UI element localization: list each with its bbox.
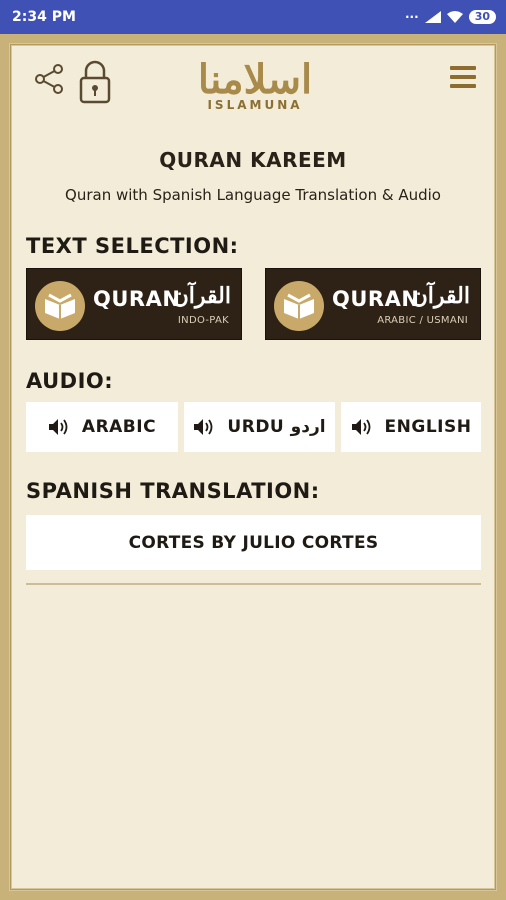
audio-heading: AUDIO:: [26, 369, 114, 393]
audio-urdu-label: URDU اردو: [227, 417, 326, 437]
audio-english-button[interactable]: ENGLISH: [341, 402, 481, 452]
signal-icon: [424, 11, 441, 23]
quran-usmani-button[interactable]: QURAN القرآن ARABIC / USMANI: [265, 268, 481, 340]
speaker-icon: [194, 419, 213, 435]
quran-label: QURAN: [93, 287, 181, 311]
text-selection-heading: TEXT SELECTION:: [26, 234, 239, 258]
share-icon[interactable]: [34, 64, 64, 94]
quran-indo-pak-button[interactable]: QURAN القرآن INDO-PAK: [26, 268, 242, 340]
wifi-icon: [446, 11, 463, 23]
page-subtitle: Quran with Spanish Language Translation …: [65, 186, 441, 204]
battery-icon: 30: [468, 10, 496, 24]
quran-book-icon: [35, 281, 85, 331]
speaker-icon: [48, 419, 68, 435]
translation-heading: SPANISH TRANSLATION:: [26, 479, 320, 503]
quran-book-icon: [274, 281, 324, 331]
top-bar: اسلامنا ISLAMUNA: [34, 56, 476, 120]
audio-arabic-button[interactable]: ARABIC: [26, 402, 178, 452]
audio-arabic-label: ARABIC: [81, 417, 157, 437]
hamburger-menu-icon[interactable]: [450, 66, 476, 88]
lock-icon[interactable]: [78, 60, 112, 104]
quran-script-label: ARABIC / USMANI: [377, 315, 468, 326]
quran-arabic-label: القرآن: [411, 283, 470, 309]
quran-label: QURAN: [332, 287, 420, 311]
audio-urdu-button[interactable]: URDU اردو: [184, 402, 335, 452]
logo-english: ISLAMUNA: [207, 98, 303, 112]
quran-arabic-label: القرآن: [172, 283, 231, 309]
speaker-icon: [351, 419, 370, 435]
audio-english-label: ENGLISH: [384, 417, 472, 437]
islamuna-logo: اسلامنا ISLAMUNA: [197, 56, 313, 113]
status-time: 2:34 PM: [12, 9, 76, 25]
status-bar: 2:34 PM ··· 30: [0, 0, 506, 34]
logo-arabic: اسلامنا: [197, 56, 313, 103]
status-icons: ··· 30: [405, 10, 496, 24]
translation-label: CORTES BY JULIO CORTES: [128, 532, 379, 553]
dots-icon: ···: [405, 10, 419, 24]
divider: [26, 583, 481, 585]
translation-cortes-button[interactable]: CORTES BY JULIO CORTES: [26, 515, 481, 570]
page-title: QURAN KAREEM: [159, 148, 347, 172]
quran-script-label: INDO-PAK: [177, 315, 229, 326]
